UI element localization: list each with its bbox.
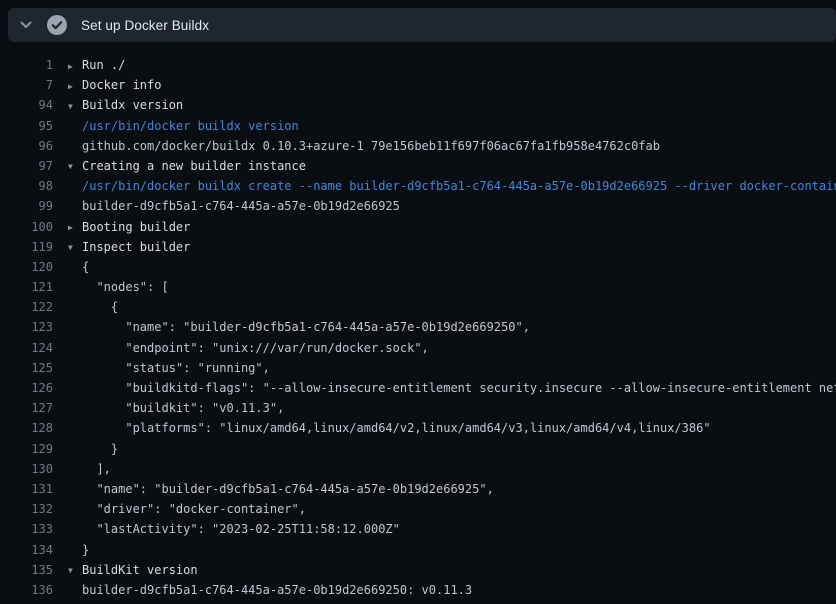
log-line-text: "platforms": "linux/amd64,linux/amd64/v2… [82,421,711,435]
log-line-text: "driver": "docker-container", [82,502,306,516]
line-number-link[interactable]: 121 [0,277,53,297]
log-row: 127 "buildkit": "v0.11.3", [0,398,836,418]
log-line-text: builder-d9cfb5a1-c764-445a-a57e-0b19d2e6… [82,199,400,213]
log-row: 134 } [0,540,836,560]
log-line-text: "buildkitd-flags": "--allow-insecure-ent… [82,381,836,395]
log-row: 130 ], [0,459,836,479]
log-line-text: /usr/bin/docker buildx version [82,119,299,133]
log-area: 1 ▶Run ./ 7 ▶Docker info 94 ▼Buildx vers… [0,42,836,604]
line-number-link[interactable]: 126 [0,378,53,398]
group-collapsed-icon: ▶ [68,77,82,96]
log-group-row[interactable]: 119 ▼Inspect builder [0,237,836,257]
line-number-link[interactable]: 96 [0,136,53,156]
log-row: 122 { [0,297,836,317]
line-number-link[interactable]: 98 [0,176,53,196]
line-number-link[interactable]: 130 [0,459,53,479]
log-row: 128 "platforms": "linux/amd64,linux/amd6… [0,418,836,438]
line-number-link[interactable]: 136 [0,580,53,600]
log-row: 132 "driver": "docker-container", [0,499,836,519]
log-row: 95 /usr/bin/docker buildx version [0,116,836,136]
log-line-text: "nodes": [ [82,280,169,294]
log-line-text: } [82,442,118,456]
log-group-row[interactable]: 94 ▼Buildx version [0,95,836,115]
line-number-link[interactable]: 133 [0,519,53,539]
line-number-link[interactable]: 131 [0,479,53,499]
line-number-link[interactable]: 120 [0,257,53,277]
actions-log-page: Set up Docker Buildx 1 ▶Run ./ 7 ▶Docker… [0,0,836,604]
log-line-text: Docker info [82,78,161,92]
line-number-link[interactable]: 97 [0,156,53,176]
check-circle-icon [47,15,67,35]
line-number-link[interactable]: 132 [0,499,53,519]
group-expanded-icon: ▼ [68,238,82,257]
line-number-link[interactable]: 129 [0,439,53,459]
line-number-link[interactable]: 123 [0,317,53,337]
log-row: 99 builder-d9cfb5a1-c764-445a-a57e-0b19d… [0,196,836,216]
log-row: 96 github.com/docker/buildx 0.10.3+azure… [0,136,836,156]
log-row: 131 "name": "builder-d9cfb5a1-c764-445a-… [0,479,836,499]
line-number-link[interactable]: 134 [0,540,53,560]
log-line-text: "status": "running", [82,361,270,375]
line-number-link[interactable]: 1 [0,55,53,75]
log-row: 123 "name": "builder-d9cfb5a1-c764-445a-… [0,317,836,337]
log-row: 98 /usr/bin/docker buildx create --name … [0,176,836,196]
log-line-text: "lastActivity": "2023-02-25T11:58:12.000… [82,522,400,536]
log-line-text: "name": "builder-d9cfb5a1-c764-445a-a57e… [82,482,494,496]
log-row: 124 "endpoint": "unix:///var/run/docker.… [0,338,836,358]
log-row: 133 "lastActivity": "2023-02-25T11:58:12… [0,519,836,539]
line-number-link[interactable]: 95 [0,116,53,136]
group-collapsed-icon: ▶ [68,218,82,237]
group-expanded-icon: ▼ [68,157,82,176]
log-row: 136 builder-d9cfb5a1-c764-445a-a57e-0b19… [0,580,836,600]
line-number-link[interactable]: 128 [0,418,53,438]
log-group-row[interactable]: 100 ▶Booting builder [0,217,836,237]
log-line-text: ], [82,462,111,476]
log-line-text: { [82,260,89,274]
line-number-link[interactable]: 135 [0,560,53,580]
log-line-text: "name": "builder-d9cfb5a1-c764-445a-a57e… [82,320,530,334]
line-number-link[interactable]: 125 [0,358,53,378]
log-line-text: Booting builder [82,220,190,234]
log-line-text: builder-d9cfb5a1-c764-445a-a57e-0b19d2e6… [82,583,472,597]
log-line-text: "endpoint": "unix:///var/run/docker.sock… [82,341,429,355]
log-group-row[interactable]: 1 ▶Run ./ [0,55,836,75]
step-title: Set up Docker Buildx [81,18,209,33]
line-number-link[interactable]: 94 [0,95,53,115]
chevron-down-icon[interactable] [18,17,34,33]
line-number-link[interactable]: 100 [0,217,53,237]
log-line-text: Buildx version [82,98,183,112]
line-number-link[interactable]: 122 [0,297,53,317]
log-row: 129 } [0,439,836,459]
log-row: 121 "nodes": [ [0,277,836,297]
line-number-link[interactable]: 124 [0,338,53,358]
step-header-set-up-docker-buildx[interactable]: Set up Docker Buildx [8,8,836,42]
log-line-text: /usr/bin/docker buildx create --name bui… [82,179,836,193]
log-line-text: Run ./ [82,58,125,72]
line-number-link[interactable]: 119 [0,237,53,257]
group-collapsed-icon: ▶ [68,57,82,76]
log-line-text: github.com/docker/buildx 0.10.3+azure-1 … [82,139,660,153]
log-line-text: Inspect builder [82,240,190,254]
line-number-link[interactable]: 7 [0,75,53,95]
log-line-text: { [82,300,118,314]
line-number-link[interactable]: 127 [0,398,53,418]
log-row: 125 "status": "running", [0,358,836,378]
log-group-row[interactable]: 7 ▶Docker info [0,75,836,95]
log-group-row[interactable]: 97 ▼Creating a new builder instance [0,156,836,176]
log-row: 126 "buildkitd-flags": "--allow-insecure… [0,378,836,398]
log-line-text: } [82,543,89,557]
log-group-row[interactable]: 135 ▼BuildKit version [0,560,836,580]
log-line-text: Creating a new builder instance [82,159,306,173]
log-line-text: "buildkit": "v0.11.3", [82,401,284,415]
group-expanded-icon: ▼ [68,561,82,580]
line-number-link[interactable]: 99 [0,196,53,216]
log-row: 120 { [0,257,836,277]
group-expanded-icon: ▼ [68,97,82,116]
log-line-text: BuildKit version [82,563,198,577]
